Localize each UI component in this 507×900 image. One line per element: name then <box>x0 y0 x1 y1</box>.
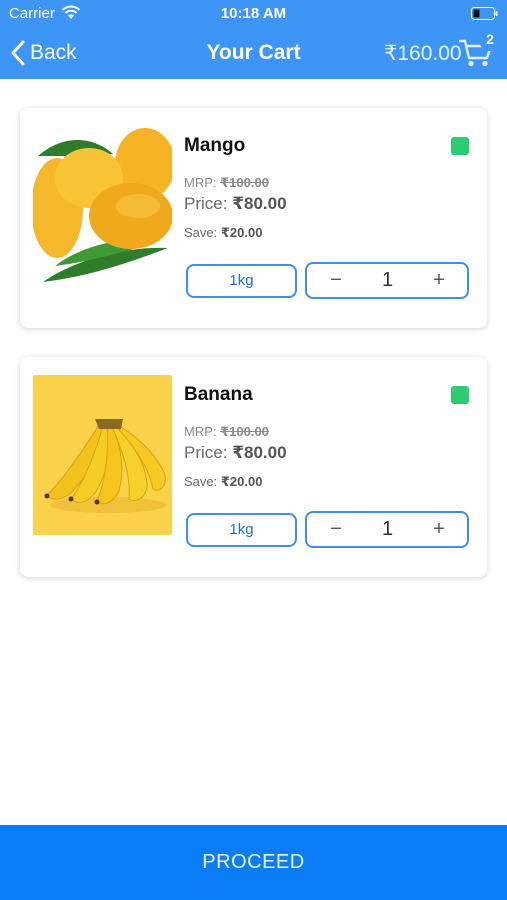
status-bar: Carrier 10:18 AM <box>0 0 507 28</box>
price-line: Price: ₹80.00 <box>184 194 287 214</box>
cart-item-card: Mango MRP: ₹100.00 Price: ₹80.00 Save: ₹… <box>20 108 487 328</box>
product-name: Banana <box>184 384 253 405</box>
banana-image-icon <box>33 375 172 535</box>
battery-icon <box>471 7 498 20</box>
increase-quantity-button[interactable]: + <box>410 264 468 297</box>
cart-total: ₹160.00 <box>384 42 462 65</box>
save-value: ₹20.00 <box>220 225 263 240</box>
mrp-line: MRP: ₹100.00 <box>184 175 269 191</box>
status-time: 10:18 AM <box>220 5 287 22</box>
product-name: Mango <box>184 135 246 156</box>
cart-item-card: Banana MRP: ₹100.00 Price: ₹80.00 Save: … <box>20 357 487 577</box>
in-stock-indicator <box>451 386 469 404</box>
mrp-line: MRP: ₹100.00 <box>184 424 269 440</box>
price-value: ₹80.00 <box>232 443 287 462</box>
price-label: Price: <box>184 194 233 213</box>
save-value: ₹20.00 <box>220 474 263 489</box>
quantity-stepper: − 1 + <box>305 262 469 299</box>
price-value: ₹80.00 <box>232 194 287 213</box>
quantity-value: 1 <box>381 269 394 291</box>
mrp-label: MRP: <box>184 175 221 190</box>
save-line: Save: ₹20.00 <box>184 474 262 490</box>
cart-count-badge: 2 <box>479 29 501 51</box>
mrp-value: ₹100.00 <box>220 424 269 439</box>
decrease-quantity-button[interactable]: − <box>307 513 365 546</box>
decrease-quantity-button[interactable]: − <box>307 264 365 297</box>
cart-button[interactable]: 2 <box>459 29 501 68</box>
product-image-mango <box>33 126 172 286</box>
save-line: Save: ₹20.00 <box>184 225 262 241</box>
quantity-stepper: − 1 + <box>305 511 469 548</box>
nav-bar: Back Your Cart ₹160.00 2 <box>0 28 507 79</box>
quantity-value: 1 <box>381 518 394 540</box>
proceed-button[interactable]: PROCEED <box>0 825 507 900</box>
in-stock-indicator <box>451 137 469 155</box>
save-label: Save: <box>184 474 221 489</box>
app-header: Carrier 10:18 AM Back Your Cart ₹160.00 <box>0 0 507 79</box>
increase-quantity-button[interactable]: + <box>410 513 468 546</box>
unit-selector-button[interactable]: 1kg <box>186 264 297 298</box>
unit-selector-button[interactable]: 1kg <box>186 513 297 547</box>
save-label: Save: <box>184 225 221 240</box>
product-image-banana <box>33 375 172 535</box>
mrp-label: MRP: <box>184 424 221 439</box>
mrp-value: ₹100.00 <box>220 175 269 190</box>
mango-image-icon <box>33 126 172 286</box>
price-line: Price: ₹80.00 <box>184 443 287 463</box>
price-label: Price: <box>184 443 233 462</box>
